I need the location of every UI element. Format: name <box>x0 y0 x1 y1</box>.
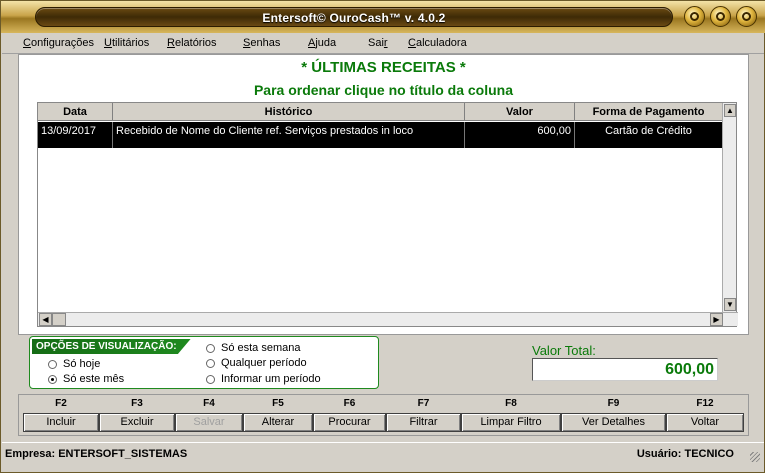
app-window: Entersoft© OuroCash™ v. 4.0.2 Configuraç… <box>0 0 765 473</box>
radio-so-esta-semana[interactable]: Só esta semana <box>206 342 301 354</box>
radio-icon <box>206 343 215 353</box>
column-header-historico[interactable]: Histórico <box>113 103 465 121</box>
column-header-valor[interactable]: Valor <box>465 103 575 121</box>
radio-selected-icon <box>48 374 57 384</box>
radio-icon <box>206 358 215 368</box>
scroll-thumb[interactable] <box>52 313 66 326</box>
radio-label: Qualquer período <box>221 357 307 369</box>
radio-label: Só este mês <box>63 373 125 385</box>
vertical-scrollbar[interactable]: ▲ ▼ <box>722 103 736 312</box>
view-options-group: OPÇÕES DE VISUALIZAÇÃO: Só hoje Só este … <box>29 336 379 389</box>
receipts-panel: * ÚLTIMAS RECEITAS * Para ordenar clique… <box>18 54 749 335</box>
fkey-label: F8 <box>505 398 517 409</box>
title-bar[interactable]: Entersoft© OuroCash™ v. 4.0.2 <box>1 1 765 33</box>
page-title: * ÚLTIMAS RECEITAS * <box>301 59 466 76</box>
horizontal-scrollbar[interactable]: ◀ ▶ <box>38 312 738 326</box>
salvar-button[interactable]: Salvar <box>175 413 243 432</box>
fkey-label: F7 <box>417 398 430 409</box>
column-header-forma-pagamento[interactable]: Forma de Pagamento <box>575 103 722 121</box>
menu-calculadora[interactable]: Calculadora <box>408 37 467 49</box>
limpar-filtro-button[interactable]: Limpar Filtro <box>461 413 561 432</box>
radio-informar-periodo[interactable]: Informar um período <box>206 373 321 385</box>
menu-relatorios[interactable]: Relatórios <box>167 37 217 49</box>
close-icon <box>742 12 751 21</box>
cell-historico: Recebido de Nome do Cliente ref. Serviço… <box>113 122 465 148</box>
view-options-label: OPÇÕES DE VISUALIZAÇÃO: <box>32 339 191 354</box>
minimize-button[interactable] <box>684 6 705 27</box>
fkey-label: F9 <box>607 398 620 409</box>
scroll-right-icon[interactable]: ▶ <box>710 313 723 326</box>
cell-data: 13/09/2017 <box>38 122 113 148</box>
fkey-label: F6 <box>343 398 356 409</box>
voltar-button[interactable]: Voltar <box>666 413 744 432</box>
radio-icon <box>48 359 57 369</box>
menu-ajuda[interactable]: Ajuda <box>308 37 336 49</box>
table-header: Data Histórico Valor Forma de Pagamento <box>38 103 722 121</box>
fkey-label: F3 <box>131 398 143 409</box>
company-status: Empresa: ENTERSOFT_SISTEMAS <box>5 448 188 460</box>
receipts-table[interactable]: Data Histórico Valor Forma de Pagamento … <box>37 102 738 327</box>
user-status: Usuário: TECNICO <box>636 448 734 460</box>
ver-detalhes-button[interactable]: Ver Detalhes <box>561 413 666 432</box>
radio-qualquer-periodo[interactable]: Qualquer período <box>206 357 307 369</box>
minimize-icon <box>690 12 699 21</box>
incluir-button[interactable]: Incluir <box>23 413 99 432</box>
page-subtitle: Para ordenar clique no título da coluna <box>253 82 514 98</box>
fkey-label: F5 <box>272 398 284 409</box>
cell-valor: 600,00 <box>465 122 575 148</box>
radio-so-hoje[interactable]: Só hoje <box>48 358 100 370</box>
status-bar: Empresa: ENTERSOFT_SISTEMAS Usuário: TEC… <box>2 442 764 464</box>
scroll-left-icon[interactable]: ◀ <box>39 313 52 326</box>
radio-label: Informar um período <box>221 373 321 385</box>
maximize-icon <box>716 12 725 21</box>
column-header-data[interactable]: Data <box>38 103 113 121</box>
excluir-button[interactable]: Excluir <box>99 413 175 432</box>
filtrar-button[interactable]: Filtrar <box>386 413 461 432</box>
scroll-down-icon[interactable]: ▼ <box>724 298 736 311</box>
fkey-label: F12 <box>696 398 714 409</box>
total-value: 600,00 <box>532 358 718 381</box>
radio-so-este-mes[interactable]: Só este mês <box>48 373 124 385</box>
window-title: Entersoft© OuroCash™ v. 4.0.2 <box>262 11 446 25</box>
radio-icon <box>206 374 215 384</box>
resize-grip-icon[interactable] <box>750 452 760 462</box>
table-row[interactable]: 13/09/2017 Recebido de Nome do Cliente r… <box>38 122 722 148</box>
radio-label: Só esta semana <box>221 342 301 354</box>
menu-configuracoes[interactable]: Configurações <box>23 37 94 49</box>
radio-label: Só hoje <box>63 358 101 370</box>
alterar-button[interactable]: Alterar <box>243 413 313 432</box>
scroll-up-icon[interactable]: ▲ <box>724 104 736 117</box>
fkey-label: F4 <box>203 398 215 409</box>
title-pill: Entersoft© OuroCash™ v. 4.0.2 <box>35 7 673 27</box>
menu-sair[interactable]: Sair <box>368 37 388 49</box>
menu-senhas[interactable]: Senhas <box>243 37 280 49</box>
menu-bar: Configurações Utilitários Relatórios Sen… <box>2 34 764 54</box>
maximize-button[interactable] <box>710 6 731 27</box>
fkey-label: F2 <box>55 398 67 409</box>
total-label: Valor Total: <box>532 343 596 358</box>
procurar-button[interactable]: Procurar <box>313 413 386 432</box>
menu-utilitarios[interactable]: Utilitários <box>104 37 149 49</box>
cell-forma-pagamento: Cartão de Crédito <box>605 125 692 137</box>
close-button[interactable] <box>736 6 757 27</box>
function-button-bar: F2 Incluir F3 Excluir F4 Salvar F5 Alter… <box>18 394 749 436</box>
